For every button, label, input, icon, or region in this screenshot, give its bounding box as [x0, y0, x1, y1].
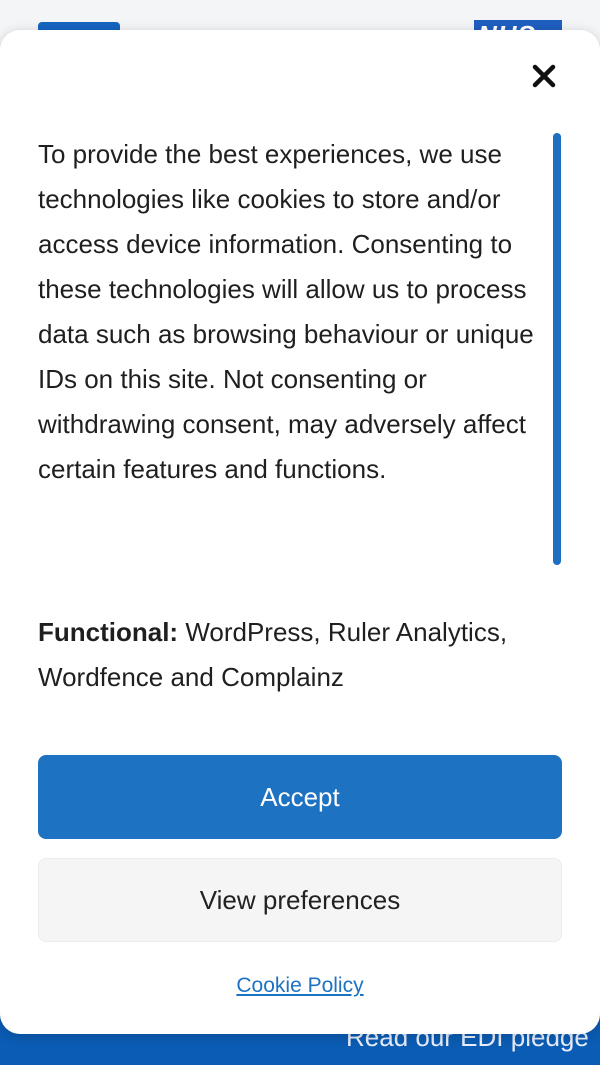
message-scrollbar[interactable]: [553, 133, 561, 565]
category-label: Functional:: [38, 617, 179, 647]
cookie-categories: Functional: WordPress, Ruler Analytics, …: [38, 610, 558, 700]
cookie-policy-link[interactable]: Cookie Policy: [0, 974, 600, 998]
cookie-consent-banner: To provide the best experiences, we use …: [0, 30, 600, 1034]
close-button[interactable]: [524, 56, 564, 96]
page: NHS Read our EDI pledge To provide the b…: [0, 0, 600, 1065]
consent-message-area[interactable]: To provide the best experiences, we use …: [38, 132, 550, 566]
accept-button[interactable]: Accept: [38, 755, 562, 839]
view-preferences-button[interactable]: View preferences: [38, 858, 562, 942]
close-icon: [532, 64, 556, 88]
consent-message: To provide the best experiences, we use …: [38, 139, 534, 484]
